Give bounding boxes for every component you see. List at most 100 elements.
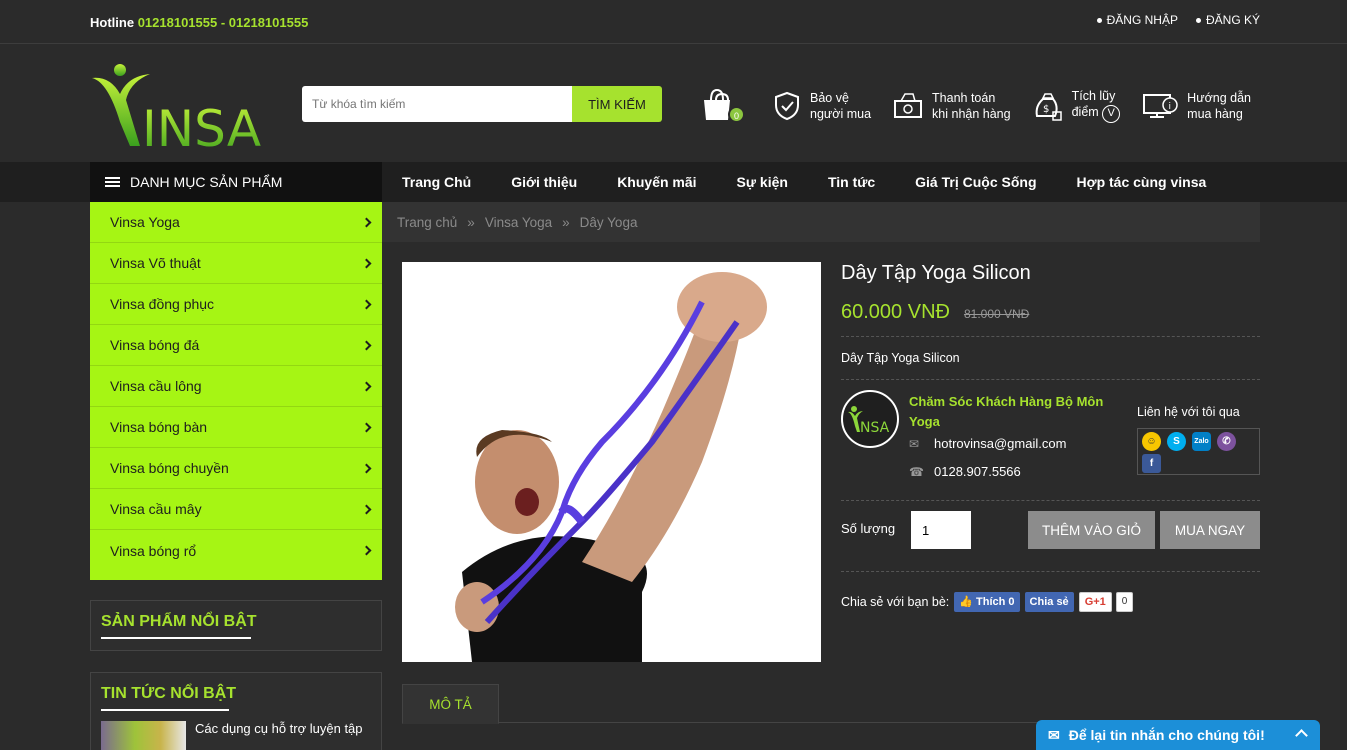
breadcrumb-category[interactable]: Vinsa Yoga: [485, 215, 552, 230]
title-underline: [101, 637, 251, 639]
news-thumbnail[interactable]: [101, 721, 186, 750]
feature-points[interactable]: $ Tích lũy điểm V: [1033, 88, 1121, 123]
svg-text:i: i: [1169, 102, 1172, 112]
chat-label: Để lại tin nhắn cho chúng tôi!: [1068, 727, 1265, 743]
envelope-icon: ✉: [909, 436, 920, 451]
category-item[interactable]: Vinsa Võ thuật: [90, 243, 382, 284]
skype-icon[interactable]: S: [1167, 432, 1186, 451]
category-item[interactable]: Vinsa bóng chuyền: [90, 448, 382, 489]
guide-screen-icon: i: [1143, 93, 1178, 118]
breadcrumb-current[interactable]: Dây Yoga: [580, 215, 638, 230]
feature-line1: Hướng dẫn: [1187, 90, 1251, 105]
product-info: Dây Tập Yoga Silicon 60.000 VNĐ 81.000 V…: [841, 262, 1260, 622]
seller-email[interactable]: hotrovinsa@gmail.com: [934, 436, 1066, 451]
category-item[interactable]: Vinsa bóng rổ: [90, 530, 382, 571]
top-bar: Hotline 01218101555 - 01218101555 ĐĂNG N…: [0, 0, 1347, 44]
seller-name[interactable]: Chăm Sóc Khách Hàng Bộ Môn Yoga: [909, 392, 1129, 432]
category-label: Vinsa đồng phục: [110, 296, 215, 312]
account-links: ĐĂNG NHẬP ĐĂNG KÝ: [1096, 13, 1260, 27]
chat-widget[interactable]: ✉ Để lại tin nhắn cho chúng tôi!: [1036, 720, 1320, 750]
chevron-right-icon: [361, 299, 372, 309]
nav-link-life-values[interactable]: Giá Trị Cuộc Sống: [915, 174, 1036, 190]
search-button[interactable]: TÌM KIẾM: [572, 86, 662, 122]
hotline-numbers[interactable]: 01218101555 - 01218101555: [138, 15, 309, 30]
search-input[interactable]: [302, 86, 572, 122]
fb-share-button[interactable]: Chia sẻ: [1024, 592, 1074, 612]
category-menu-toggle[interactable]: DANH MỤC SẢN PHẨM: [90, 162, 382, 202]
seller-box: NSA Chăm Sóc Khách Hàng Bộ Môn Yoga ✉ ho…: [841, 380, 1260, 500]
zalo-icon[interactable]: Zalo: [1192, 432, 1211, 451]
category-item[interactable]: Vinsa cầu mây: [90, 489, 382, 530]
feature-line2-text: điểm: [1071, 105, 1099, 119]
nav-links: Trang Chủ Giới thiệu Khuyến mãi Sự kiện …: [402, 162, 1246, 202]
logo-text: INSA: [142, 100, 261, 150]
vinsa-logo[interactable]: INSA: [90, 60, 265, 158]
tab-description[interactable]: MÔ TẢ: [402, 684, 499, 724]
contact-channels: ☺ S Zalo ✆ f: [1137, 428, 1260, 475]
feature-line1: Thanh toán: [932, 90, 996, 105]
login-link[interactable]: ĐĂNG NHẬP: [1096, 13, 1178, 27]
feature-line2: người mua: [810, 106, 872, 121]
product-image[interactable]: [402, 262, 821, 662]
breadcrumb-home[interactable]: Trang chủ: [397, 215, 457, 230]
category-label: Vinsa bóng rổ: [110, 542, 197, 559]
seller-phone[interactable]: 0128.907.5566: [934, 464, 1021, 479]
svg-text:NSA: NSA: [860, 420, 890, 434]
seller-email-row: ✉ hotrovinsa@gmail.com: [909, 436, 1066, 451]
hotline-label: Hotline: [90, 15, 135, 30]
breadcrumb: Trang chủ » Vinsa Yoga » Dây Yoga: [382, 202, 1260, 242]
chevron-up-icon[interactable]: [1295, 729, 1308, 742]
register-link[interactable]: ĐĂNG KÝ: [1195, 13, 1260, 27]
facebook-icon[interactable]: f: [1142, 454, 1161, 473]
chevron-right-icon: [361, 463, 372, 473]
nav-link-home[interactable]: Trang Chủ: [402, 174, 471, 190]
hamburger-icon: [105, 177, 120, 187]
search-bar: TÌM KIẾM: [302, 86, 662, 122]
feature-cod[interactable]: Thanh toán khi nhận hàng: [893, 88, 1011, 123]
seller-avatar[interactable]: NSA: [841, 390, 899, 448]
nav-link-events[interactable]: Sự kiện: [737, 174, 788, 190]
yahoo-messenger-icon[interactable]: ☺: [1142, 432, 1161, 451]
breadcrumb-separator: »: [562, 214, 570, 230]
cart-button[interactable]: 0: [700, 86, 746, 124]
category-item[interactable]: Vinsa bóng đá: [90, 325, 382, 366]
nav-link-news[interactable]: Tin tức: [828, 174, 875, 190]
category-item[interactable]: Vinsa bóng bàn: [90, 407, 382, 448]
viber-icon[interactable]: ✆: [1217, 432, 1236, 451]
feature-line2: khi nhận hàng: [932, 106, 1011, 121]
featured-products-title: SẢN PHẨM NỔI BẬT: [101, 613, 257, 630]
category-label: Vinsa bóng đá: [110, 337, 200, 353]
fb-like-label: Thích 0: [976, 596, 1015, 608]
gplus-button[interactable]: G+1: [1078, 592, 1112, 612]
chevron-right-icon: [361, 217, 372, 227]
category-item[interactable]: Vinsa đồng phục: [90, 284, 382, 325]
feature-buyer-protection[interactable]: Bảo vệ người mua: [773, 88, 871, 123]
feature-guide[interactable]: i Hướng dẫn mua hàng: [1142, 88, 1251, 123]
category-label: Vinsa bóng bàn: [110, 419, 208, 435]
buy-now-button[interactable]: MUA NGAY: [1160, 511, 1260, 549]
nav-link-promotions[interactable]: Khuyến mãi: [617, 174, 696, 190]
add-to-cart-button[interactable]: THÊM VÀO GIỎ: [1028, 511, 1155, 549]
news-item[interactable]: Các dụng cụ hỗ trợ luyện tập: [91, 711, 381, 750]
share-label: Chia sẻ với bạn bè:: [841, 595, 950, 609]
login-label: ĐĂNG NHẬP: [1106, 13, 1178, 27]
fb-like-button[interactable]: 👍 Thích 0: [954, 592, 1020, 612]
category-label: Vinsa bóng chuyền: [110, 460, 229, 476]
category-item[interactable]: Vinsa Yoga: [90, 202, 382, 243]
gplus-count: 0: [1115, 592, 1134, 612]
news-title[interactable]: Các dụng cụ hỗ trợ luyện tập: [195, 721, 363, 750]
nav-link-partner[interactable]: Hợp tác cùng vinsa: [1077, 174, 1207, 190]
seller-logo-icon: NSA: [848, 406, 890, 434]
chevron-right-icon: [361, 545, 372, 556]
product-short-description: Dây Tập Yoga Silicon: [841, 351, 960, 365]
logo-graphic: INSA: [92, 64, 261, 158]
category-item[interactable]: Vinsa cầu lông: [90, 366, 382, 407]
cash-icon: [894, 92, 923, 118]
divider: [841, 571, 1260, 572]
hotline: Hotline 01218101555 - 01218101555: [90, 15, 308, 30]
category-label: Vinsa Yoga: [110, 214, 180, 230]
category-menu-label: DANH MỤC SẢN PHẨM: [130, 174, 283, 190]
category-label: Vinsa cầu lông: [110, 378, 202, 394]
quantity-input[interactable]: [911, 511, 971, 549]
nav-link-about[interactable]: Giới thiệu: [511, 174, 577, 190]
